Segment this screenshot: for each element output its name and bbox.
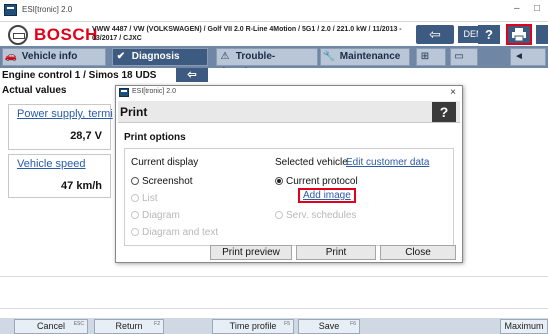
print-dialog: ESI[tronic] 2.0 × Print ? Print options … <box>115 85 463 263</box>
control-unit-bar: Engine control 1 / Simos 18 UDS ⇦ <box>0 68 548 83</box>
printer-icon <box>512 28 526 42</box>
tab-scroll-left[interactable]: ◄ <box>510 48 546 66</box>
footer-toolbar: Cancel ESC Return F2 Time profile F5 Sav… <box>0 318 548 334</box>
return-label: Return <box>115 321 143 331</box>
actual-value-panel[interactable]: Vehicle speed 47 km/h <box>8 154 111 198</box>
engine-back-button[interactable]: ⇦ <box>176 68 208 82</box>
time-profile-key: F5 <box>284 321 290 327</box>
brand-name: BOSCH <box>34 25 98 44</box>
actual-value-name[interactable]: Vehicle speed <box>17 158 86 170</box>
divider <box>0 276 548 277</box>
window-titlebar: ESI[tronic] 2.0 – □ <box>0 0 548 22</box>
dialog-title: Print <box>120 105 148 119</box>
warning-icon: ⚠ <box>220 51 230 62</box>
option-label: Serv. schedules <box>286 210 357 221</box>
stethoscope-icon: ✔ <box>116 51 126 62</box>
current-display-heading: Current display <box>131 157 199 168</box>
app-icon <box>4 4 17 16</box>
selected-vehicle-heading: Selected vehicle <box>275 157 348 168</box>
maximize-button[interactable]: □ <box>534 3 540 14</box>
option-label: Current protocol <box>286 176 358 187</box>
cancel-key: ESC <box>73 321 84 327</box>
return-key: F2 <box>154 321 160 327</box>
print-options-heading: Print options <box>124 132 186 143</box>
vehicle-line-1: VWW 4487 / VW (VOLKSWAGEN) / Golf VII 2.… <box>92 26 402 33</box>
option-label: Diagram and text <box>142 227 219 238</box>
arrow-left-icon: ◄ <box>514 51 524 62</box>
option-list: List <box>131 193 158 204</box>
close-button[interactable]: Close <box>380 245 456 260</box>
wrench-icon: 🔧 <box>322 51 336 62</box>
arrow-back-icon: ⇦ <box>187 69 197 81</box>
minimize-button[interactable]: – <box>514 3 520 14</box>
option-label: List <box>142 193 158 204</box>
add-image-link[interactable]: Add image <box>298 188 356 203</box>
tab-extra-2[interactable]: ▭ <box>450 48 478 66</box>
option-serv-schedules: Serv. schedules <box>275 210 356 221</box>
dialog-titlebar: ESI[tronic] 2.0 × <box>116 86 462 100</box>
close-icon[interactable]: × <box>450 87 456 98</box>
radio-icon <box>275 211 283 219</box>
arrow-back-icon: ⇦ <box>429 26 441 42</box>
app-icon <box>119 88 129 97</box>
print-button[interactable] <box>506 24 532 45</box>
actual-value-panel[interactable]: Power supply, termi 28,7 V <box>8 104 113 150</box>
main-tabs: 🚗 Vehicle info ✔ Diagnosis ⚠ Trouble-sho… <box>0 46 548 78</box>
help-button[interactable]: ? <box>478 25 500 44</box>
maximum-button[interactable]: Maximum <box>500 319 548 334</box>
tab-diagnosis[interactable]: ✔ Diagnosis <box>112 48 208 66</box>
radio-icon <box>131 228 139 236</box>
cancel-button[interactable]: Cancel ESC <box>14 319 88 334</box>
back-button[interactable]: ⇦ <box>416 25 454 44</box>
time-profile-label: Time profile <box>229 321 277 331</box>
car-icon: 🚗 <box>4 51 18 62</box>
network-icon: ⊞ <box>420 51 430 62</box>
edit-customer-data-link[interactable]: Edit customer data <box>346 157 429 168</box>
tab-trouble-shooting[interactable]: ⚠ Trouble-shooting <box>216 48 318 78</box>
option-label: Screenshot <box>142 176 193 187</box>
maximum-label: Maximum <box>504 321 544 331</box>
print-preview-button[interactable]: Print preview <box>210 245 292 260</box>
save-button[interactable]: Save F6 <box>298 319 360 334</box>
overflow-button[interactable] <box>536 25 548 44</box>
window-title: ESI[tronic] 2.0 <box>22 5 73 14</box>
tab-vehicle-info[interactable]: 🚗 Vehicle info <box>2 48 106 66</box>
tab-maintenance[interactable]: 🔧 Maintenance <box>320 48 410 66</box>
option-label: Diagram <box>142 210 180 221</box>
time-profile-button[interactable]: Time profile F5 <box>212 319 294 334</box>
radio-icon <box>131 177 139 185</box>
tab-label: Maintenance <box>339 51 401 62</box>
tab-extra-1[interactable]: ⊞ <box>416 48 446 66</box>
app-header: BOSCH VWW 4487 / VW (VOLKSWAGEN) / Golf … <box>0 22 548 46</box>
option-diagram-and-text: Diagram and text <box>131 227 218 238</box>
option-screenshot[interactable]: Screenshot <box>131 176 193 187</box>
radio-icon <box>131 211 139 219</box>
bosch-logo-icon <box>8 25 28 45</box>
radio-icon <box>131 194 139 202</box>
save-label: Save <box>318 321 340 331</box>
dialog-help-button[interactable]: ? <box>432 102 456 122</box>
control-unit-label: Engine control 1 / Simos 18 UDS <box>2 70 157 81</box>
actual-values-label: Actual values <box>2 85 67 96</box>
save-key: F6 <box>350 321 356 327</box>
actual-value-reading: 47 km/h <box>61 180 102 192</box>
option-diagram: Diagram <box>131 210 180 221</box>
print-button-dialog[interactable]: Print <box>296 245 376 260</box>
divider <box>0 308 548 309</box>
actual-value-reading: 28,7 V <box>70 130 102 142</box>
print-options-box: Current display Selected vehicle Edit cu… <box>124 148 454 246</box>
option-current-protocol[interactable]: Current protocol <box>275 176 358 187</box>
dialog-header: Print ? <box>118 101 460 123</box>
book-icon: ▭ <box>454 51 464 62</box>
cancel-label: Cancel <box>36 321 65 331</box>
actual-value-name[interactable]: Power supply, termi <box>17 108 113 120</box>
vehicle-description: VWW 4487 / VW (VOLKSWAGEN) / Golf VII 2.… <box>92 25 417 43</box>
tab-label: Diagnosis <box>131 51 180 62</box>
radio-checked-icon <box>275 177 283 185</box>
return-button[interactable]: Return F2 <box>94 319 164 334</box>
dialog-window-title: ESI[tronic] 2.0 <box>132 88 176 95</box>
vehicle-line-2: 03/2017 / CJXC <box>92 35 142 42</box>
tab-label: Vehicle info <box>21 51 78 62</box>
